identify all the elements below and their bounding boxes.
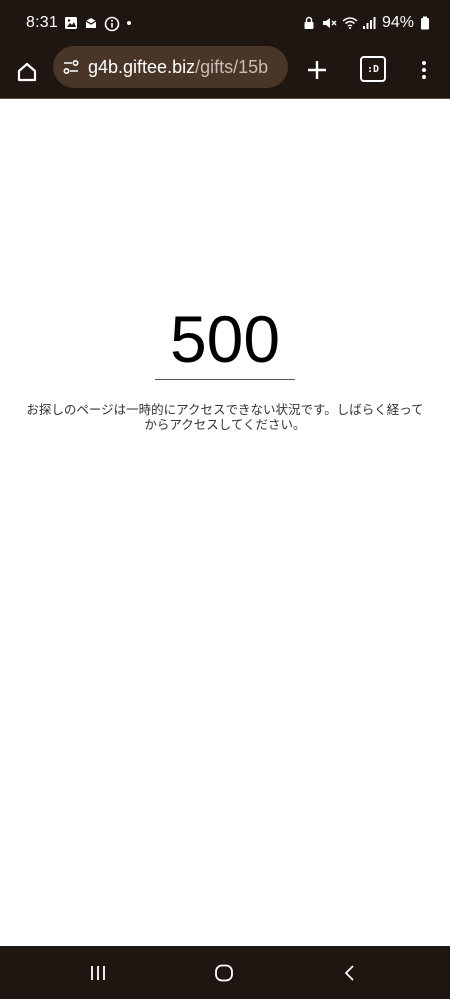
divider [155,379,295,380]
notification-icon [84,16,98,30]
screen: 8:31 94% g4b.giftee.biz/gifts/15b:D 500… [0,0,450,999]
status-time: 8:31 [26,14,58,31]
recents-icon [91,966,105,980]
status-bar: 8:31 94% [0,0,450,46]
error-code: 500 [169,302,281,376]
error-message: お探しのページは一時的にアクセスできない状況です。しばらく経ってからアクセスして… [26,402,424,432]
tab-switcher-label: :D [366,63,380,75]
tab-switcher-button[interactable]: :D [360,56,386,82]
new-tab-button[interactable] [302,55,332,85]
wifi-icon [342,16,358,30]
url-bar[interactable]: g4b.giftee.biz/gifts/15b [53,46,288,88]
status-right: 94% [302,14,434,32]
more-menu-button[interactable] [414,55,434,85]
mute-icon [322,16,337,30]
back-icon [345,965,354,981]
dot-icon [124,16,138,30]
signal-icon [362,16,376,30]
home-nav-button[interactable] [211,960,237,986]
lock-icon [302,16,316,30]
image-icon [64,16,78,30]
info-icon [104,16,120,32]
battery-icon [420,16,434,30]
home-icon [17,62,37,82]
plus-icon [308,61,326,79]
more-dot [422,68,426,72]
home-circle-icon [215,964,233,982]
site-settings-icon[interactable] [62,58,80,76]
browser-toolbar: g4b.giftee.biz/gifts/15b :D [0,46,450,99]
battery-percent: 94% [381,14,414,31]
page-content: 500 お探しのページは一時的にアクセスできない状況です。しばらく経ってからアク… [0,99,450,946]
status-left-icons [64,16,138,32]
recents-button[interactable] [85,960,111,986]
system-nav-bar [0,946,450,999]
more-dot [422,75,426,79]
more-vert-icon [422,61,426,65]
url-path: /gifts/15b [195,56,269,77]
url-text[interactable]: g4b.giftee.biz/gifts/15b [88,57,268,78]
home-button[interactable] [10,55,44,89]
url-host: g4b.giftee.biz [88,56,196,77]
back-button[interactable] [337,960,363,986]
